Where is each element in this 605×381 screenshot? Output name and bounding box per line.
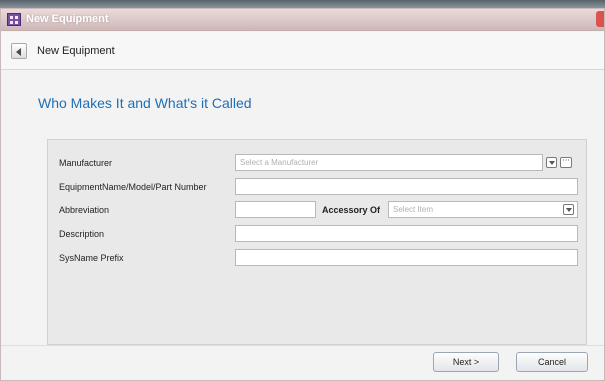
manufacturer-dropdown[interactable]: Select a Manufacturer	[235, 154, 543, 171]
new-equipment-window: New Equipment New Equipment Who Makes It…	[0, 8, 605, 381]
desktop-background	[0, 0, 605, 8]
section-title: Who Makes It and What's it Called	[38, 95, 252, 111]
cancel-button[interactable]: Cancel	[516, 352, 588, 372]
abbreviation-input[interactable]	[235, 201, 316, 218]
accessory-of-dropdown-arrow-icon[interactable]	[563, 204, 574, 215]
title-bar[interactable]: New Equipment	[1, 9, 604, 31]
form-panel: Manufacturer Select a Manufacturer ··· E…	[47, 139, 587, 345]
close-icon[interactable]	[596, 11, 604, 27]
wizard-header: New Equipment	[1, 32, 604, 70]
sysname-prefix-label: SysName Prefix	[59, 253, 124, 263]
abbreviation-label: Abbreviation	[59, 205, 110, 215]
window-title: New Equipment	[26, 13, 109, 25]
manufacturer-label: Manufacturer	[59, 158, 113, 168]
app-icon	[7, 13, 21, 26]
sysname-prefix-input[interactable]	[235, 249, 578, 266]
description-input[interactable]	[235, 225, 578, 242]
footer-divider	[1, 345, 604, 346]
header-title: New Equipment	[37, 45, 115, 57]
next-button[interactable]: Next >	[433, 352, 499, 372]
equipment-name-label: EquipmentName/Model/Part Number	[59, 182, 207, 192]
manufacturer-browse-button[interactable]: ···	[560, 157, 572, 168]
back-arrow-icon[interactable]	[11, 43, 27, 59]
equipment-name-input[interactable]	[235, 178, 578, 195]
accessory-of-dropdown[interactable]: Select Item	[388, 201, 578, 218]
description-label: Description	[59, 229, 105, 239]
accessory-of-placeholder: Select Item	[393, 205, 434, 214]
manufacturer-placeholder: Select a Manufacturer	[240, 158, 319, 167]
manufacturer-dropdown-arrow-icon[interactable]	[546, 157, 557, 168]
accessory-of-label: Accessory Of	[322, 205, 381, 215]
